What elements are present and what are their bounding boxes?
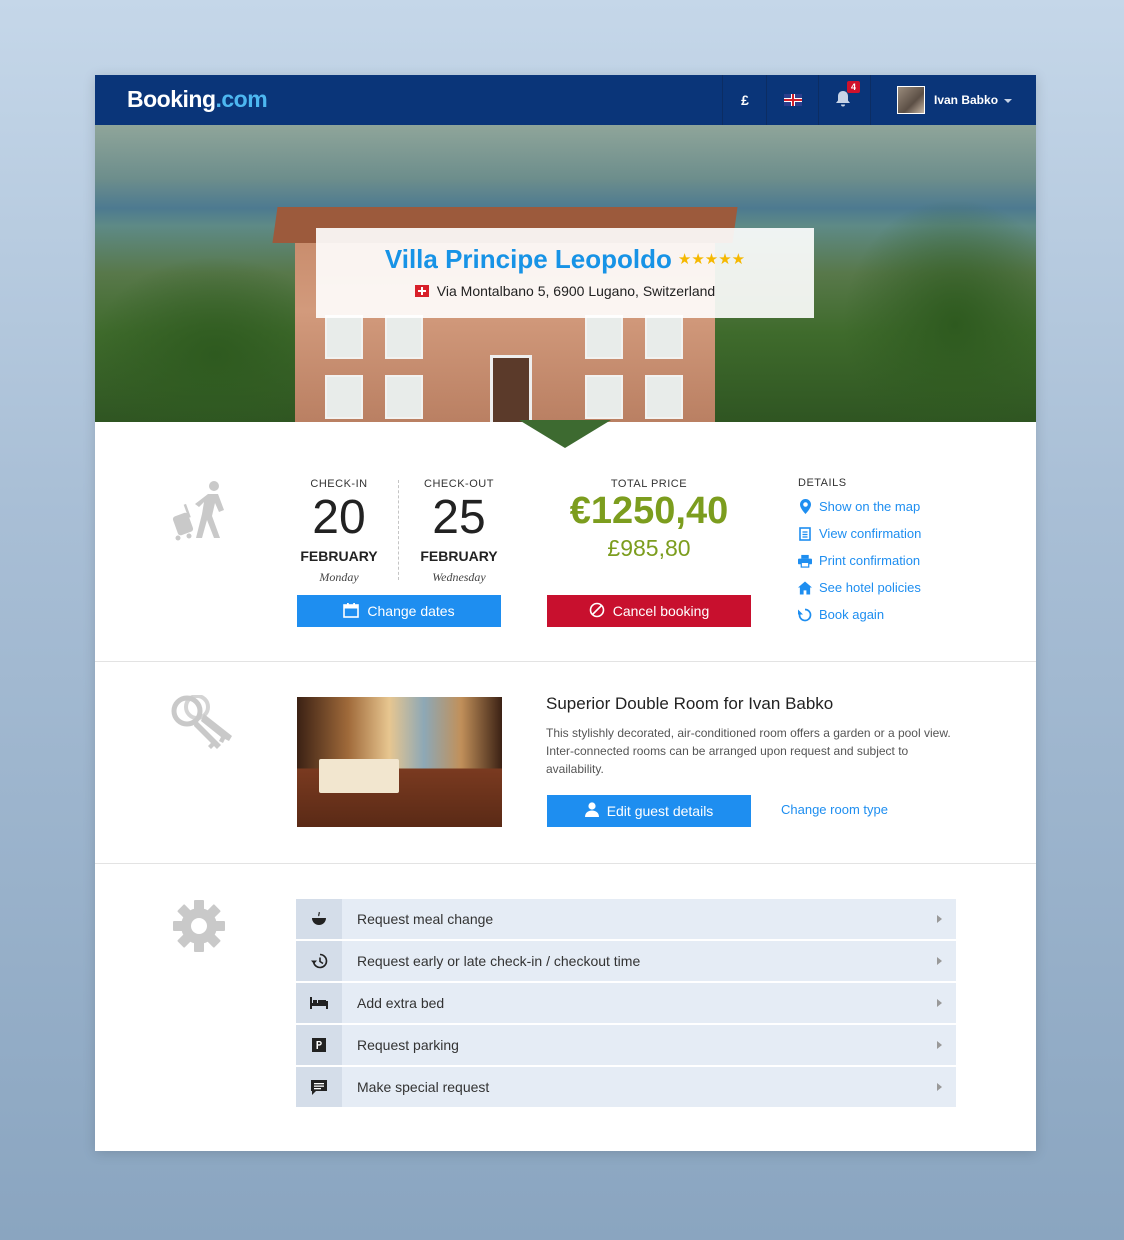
bed-icon	[296, 983, 342, 1023]
link-label: Print confirmation	[819, 553, 921, 568]
chevron-right-icon	[937, 1083, 942, 1091]
add-extra-bed-row[interactable]: Add extra bed	[296, 983, 956, 1023]
calendar-icon	[343, 602, 360, 621]
home-icon	[798, 580, 812, 595]
checkout-weekday: Wednesday	[432, 570, 486, 584]
hero-pointer	[519, 420, 611, 448]
view-confirmation-link[interactable]: View confirmation	[798, 520, 921, 547]
room-title: Superior Double Room for Ivan Babko	[546, 694, 834, 713]
show-on-map-link[interactable]: Show on the map	[798, 493, 921, 520]
hotel-name[interactable]: Villa Principe Leopoldo	[385, 244, 672, 275]
chevron-right-icon	[937, 957, 942, 965]
notifications-button[interactable]: 4	[818, 75, 871, 125]
uk-flag-icon	[784, 94, 802, 106]
booking-card: Booking.com £ 4 Ivan Babko Villa Princip…	[95, 75, 1036, 1151]
keys-icon	[171, 694, 237, 766]
room-photo[interactable]	[297, 697, 502, 827]
date-divider	[398, 480, 399, 580]
request-label: Add extra bed	[357, 995, 445, 1011]
change-dates-button[interactable]: Change dates	[297, 595, 501, 627]
avatar	[897, 86, 925, 114]
special-request-row[interactable]: Make special request	[296, 1067, 956, 1107]
request-label: Request parking	[357, 1037, 459, 1053]
details-label: DETAILS	[798, 477, 847, 489]
top-navigation-bar: Booking.com £ 4 Ivan Babko	[95, 75, 1036, 125]
details-list: DETAILS Show on the map View confirmatio…	[798, 477, 921, 628]
currency-symbol: £	[741, 92, 749, 108]
notification-badge: 4	[847, 81, 861, 93]
total-price-label: TOTAL PRICE	[610, 478, 688, 490]
price-gbp: £985,80	[607, 535, 691, 561]
hotel-title-box: Villa Principe Leopoldo ★★★★★ Via Montalb…	[316, 228, 814, 318]
print-confirmation-link[interactable]: Print confirmation	[798, 547, 921, 574]
checkout-block: CHECK-OUT 25 FEBRUARY Wednesday	[409, 478, 509, 585]
checkout-day: 25	[432, 491, 486, 544]
currency-selector[interactable]: £	[722, 75, 767, 125]
logo-suffix: .com	[215, 86, 268, 112]
request-meal-change-row[interactable]: Request meal change	[296, 899, 956, 939]
book-again-link[interactable]: Book again	[798, 601, 921, 628]
language-selector[interactable]	[766, 75, 819, 125]
section-divider	[95, 863, 1036, 864]
link-label: Show on the map	[819, 499, 921, 514]
cancel-booking-button[interactable]: Cancel booking	[547, 595, 751, 627]
edit-guest-details-button[interactable]: Edit guest details	[547, 795, 751, 827]
link-label: See hotel policies	[819, 580, 921, 595]
price-eur: €1250,40	[569, 490, 729, 532]
clock-history-icon	[296, 941, 342, 981]
user-name: Ivan Babko	[934, 93, 999, 107]
request-checkin-time-row[interactable]: Request early or late check-in / checkou…	[296, 941, 956, 981]
printer-icon	[798, 554, 812, 568]
total-price-block: TOTAL PRICE €1250,40 £985,80	[547, 478, 751, 562]
bell-icon: 4	[835, 81, 861, 110]
chevron-right-icon	[937, 915, 942, 923]
swiss-flag-icon	[414, 285, 429, 297]
document-icon	[798, 526, 812, 541]
hotel-hero-image: Villa Principe Leopoldo ★★★★★ Via Montalb…	[95, 125, 1036, 422]
request-label: Make special request	[357, 1079, 490, 1095]
chevron-right-icon	[937, 1041, 942, 1049]
checkin-weekday: Monday	[319, 570, 359, 584]
booking-logo[interactable]: Booking.com	[127, 86, 268, 113]
request-label: Request meal change	[357, 911, 494, 927]
checkin-label: CHECK-IN	[310, 478, 368, 490]
hotel-policies-link[interactable]: See hotel policies	[798, 574, 921, 601]
checkout-label: CHECK-OUT	[424, 478, 494, 490]
parking-icon	[296, 1025, 342, 1065]
user-icon	[584, 802, 599, 820]
request-label: Request early or late check-in / checkou…	[357, 953, 641, 969]
checkin-day: 20	[312, 491, 366, 544]
hotel-address: Via Montalbano 5, 6900 Lugano, Switzerla…	[436, 283, 716, 299]
change-dates-label: Change dates	[367, 603, 455, 619]
checkin-block: CHECK-IN 20 FEBRUARY Monday	[289, 478, 389, 585]
section-divider	[95, 661, 1036, 662]
checkout-month: FEBRUARY	[420, 548, 498, 564]
cancel-booking-label: Cancel booking	[612, 603, 710, 619]
change-room-type-link[interactable]: Change room type	[781, 802, 888, 817]
request-parking-row[interactable]: Request parking	[296, 1025, 956, 1065]
cancel-icon	[589, 602, 605, 621]
meal-icon	[296, 899, 342, 939]
link-label: View confirmation	[819, 526, 922, 541]
logo-text: Booking	[127, 86, 216, 112]
room-description: This stylishly decorated, air-conditione…	[546, 726, 951, 776]
link-label: Book again	[819, 607, 885, 622]
chevron-right-icon	[937, 999, 942, 1007]
chevron-down-icon	[1004, 99, 1013, 103]
traveler-luggage-icon	[172, 480, 236, 549]
checkin-month: FEBRUARY	[300, 548, 378, 564]
star-rating-icon: ★★★★★	[677, 251, 746, 268]
refresh-icon	[798, 608, 812, 622]
edit-guest-label: Edit guest details	[606, 803, 714, 819]
user-menu[interactable]: Ivan Babko	[870, 75, 1037, 125]
chat-icon	[296, 1067, 342, 1107]
gear-icon	[171, 898, 227, 959]
map-pin-icon	[798, 499, 812, 514]
